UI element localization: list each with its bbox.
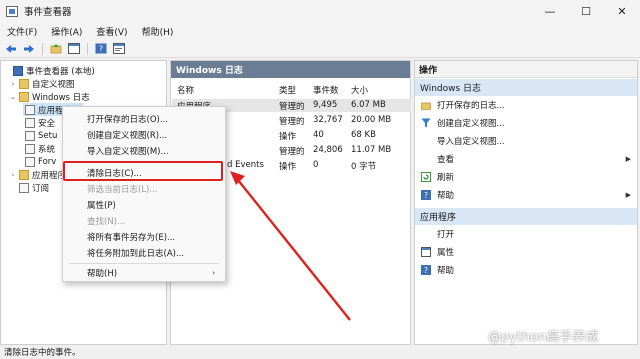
annotation-arrow: [230, 171, 351, 321]
arrow-shaft: [237, 179, 351, 321]
arrow-head: [230, 171, 245, 185]
watermark: @python高手养成: [488, 330, 599, 345]
status-bar: 清除日志中的事件。: [0, 345, 640, 359]
